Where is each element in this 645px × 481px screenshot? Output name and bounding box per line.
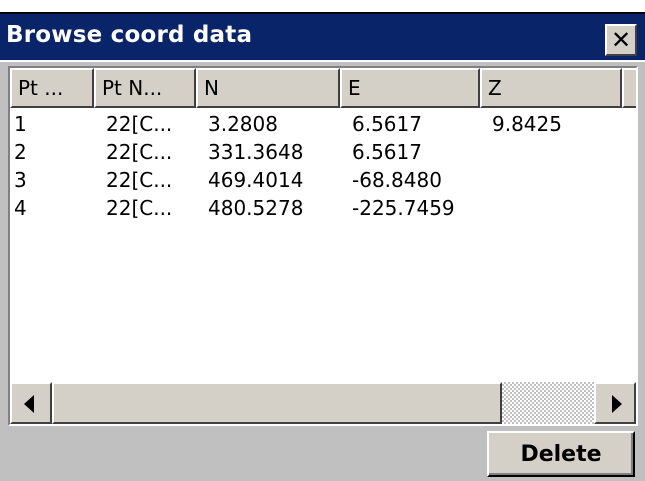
arrow-right-icon — [612, 395, 622, 413]
column-header-e[interactable]: E — [340, 68, 480, 108]
table-header: Pt ... Pt N... N E Z — [10, 68, 636, 108]
table-row[interactable]: 3 22[C... 469.4014 -68.8480 — [10, 166, 636, 194]
title-bar-area: Browse coord data ✕ — [0, 0, 645, 62]
cell-z: 9.8425 — [492, 112, 562, 136]
cell-pt-name: 22[C... — [106, 112, 173, 136]
cell-n: 331.3648 — [208, 140, 304, 164]
cell-pt: 4 — [14, 196, 27, 220]
cell-e: -225.7459 — [352, 196, 455, 220]
cell-pt: 3 — [14, 168, 27, 192]
scroll-left-button[interactable] — [10, 382, 52, 424]
cell-pt-name: 22[C... — [106, 196, 173, 220]
delete-button[interactable]: Delete — [487, 431, 635, 477]
table-body: 1 22[C... 3.2808 6.5617 9.8425 2 22[C...… — [10, 110, 636, 222]
cell-pt-name: 22[C... — [106, 140, 173, 164]
browse-coord-dialog: Browse coord data ✕ Pt ... Pt N... N E Z… — [0, 0, 645, 481]
column-header-extra[interactable] — [622, 68, 636, 108]
cell-n: 469.4014 — [208, 168, 304, 192]
cell-e: -68.8480 — [352, 168, 442, 192]
column-header-z[interactable]: Z — [480, 68, 622, 108]
cell-n: 480.5278 — [208, 196, 304, 220]
cell-pt: 2 — [14, 140, 27, 164]
table-row[interactable]: 1 22[C... 3.2808 6.5617 9.8425 — [10, 110, 636, 138]
arrow-left-icon — [24, 395, 34, 413]
column-header-n[interactable]: N — [196, 68, 340, 108]
cell-e: 6.5617 — [352, 140, 422, 164]
scroll-track[interactable] — [502, 382, 594, 424]
cell-pt-name: 22[C... — [106, 168, 173, 192]
coord-list-view[interactable]: Pt ... Pt N... N E Z 1 22[C... 3.2808 6.… — [8, 66, 638, 426]
table-row[interactable]: 2 22[C... 331.3648 6.5617 — [10, 138, 636, 166]
window-title: Browse coord data — [6, 22, 253, 48]
horizontal-scrollbar[interactable] — [10, 382, 636, 424]
scroll-thumb[interactable] — [52, 382, 502, 424]
cell-e: 6.5617 — [352, 112, 422, 136]
column-header-pt-name[interactable]: Pt N... — [94, 68, 196, 108]
table-row[interactable]: 4 22[C... 480.5278 -225.7459 — [10, 194, 636, 222]
scroll-right-button[interactable] — [594, 382, 636, 424]
cell-n: 3.2808 — [208, 112, 278, 136]
cell-pt: 1 — [14, 112, 27, 136]
close-icon: ✕ — [610, 26, 632, 54]
column-header-pt[interactable]: Pt ... — [10, 68, 94, 108]
close-button[interactable]: ✕ — [605, 24, 637, 56]
